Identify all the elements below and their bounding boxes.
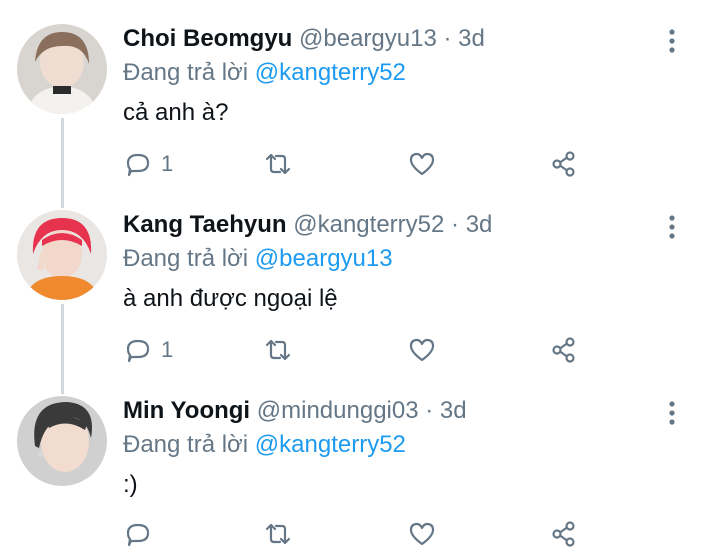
share-icon (552, 337, 575, 363)
separator: · (425, 397, 434, 424)
replying-to: Đang trả lời @beargyu13 (123, 244, 393, 274)
avatar-image (17, 396, 107, 486)
username[interactable]: @kangterry52 (293, 211, 444, 238)
reply-button[interactable]: 1 (123, 334, 173, 366)
reply-button[interactable]: 1 (123, 148, 173, 180)
reply-count: 1 (161, 337, 174, 362)
reply-button[interactable] (123, 518, 153, 550)
reply-count: 1 (161, 151, 174, 176)
more-options-button[interactable] (660, 212, 684, 242)
action-bar: 1 (123, 334, 683, 366)
mention-link[interactable]: @kangterry52 (255, 431, 406, 458)
more-vertical-icon (669, 401, 675, 425)
username[interactable]: @beargyu13 (299, 25, 437, 52)
display-name[interactable]: Min Yoongi (123, 397, 250, 424)
share-icon (552, 151, 575, 177)
mention-link[interactable]: @beargyu13 (255, 245, 393, 272)
replying-label: Đang trả lời (123, 431, 249, 458)
avatar-image (17, 24, 107, 114)
heart-icon (409, 152, 435, 176)
retweet-button[interactable] (263, 334, 293, 366)
more-vertical-icon (669, 215, 675, 239)
mention-link[interactable]: @kangterry52 (255, 59, 406, 86)
tweet-header: Min Yoongi @mindunggi03 · 3d (123, 396, 467, 426)
like-button[interactable] (407, 148, 437, 180)
retweet-icon (265, 153, 291, 175)
retweet-button[interactable] (263, 148, 293, 180)
like-button[interactable] (407, 334, 437, 366)
share-icon (552, 521, 575, 547)
tweet-text: :) (123, 471, 138, 498)
share-button[interactable] (549, 148, 579, 180)
timestamp[interactable]: 3d (458, 25, 485, 52)
timestamp[interactable]: 3d (466, 211, 493, 238)
separator: · (443, 25, 452, 52)
tweet-header: Kang Taehyun @kangterry52 · 3d (123, 210, 492, 240)
comment-icon (126, 339, 150, 363)
tweet-text: à anh được ngoại lệ (123, 285, 338, 312)
replying-to: Đang trả lời @kangterry52 (123, 430, 406, 460)
tweet[interactable]: Kang Taehyun @kangterry52 · 3d Đang trả … (0, 210, 720, 380)
retweet-icon (265, 523, 291, 545)
share-button[interactable] (549, 334, 579, 366)
action-bar: 1 (123, 148, 683, 180)
retweet-icon (265, 339, 291, 361)
avatar[interactable] (17, 24, 107, 114)
replying-to: Đang trả lời @kangterry52 (123, 58, 406, 88)
avatar-image (17, 210, 107, 300)
replying-label: Đang trả lời (123, 245, 249, 272)
display-name[interactable]: Kang Taehyun (123, 211, 287, 238)
heart-icon (409, 522, 435, 546)
more-options-button[interactable] (660, 26, 684, 56)
share-button[interactable] (549, 518, 579, 550)
more-options-button[interactable] (660, 398, 684, 428)
avatar[interactable] (17, 210, 107, 300)
avatar[interactable] (17, 396, 107, 486)
display-name[interactable]: Choi Beomgyu (123, 25, 292, 52)
comment-icon (126, 523, 150, 547)
replying-label: Đang trả lời (123, 59, 249, 86)
username[interactable]: @mindunggi03 (257, 397, 419, 424)
more-vertical-icon (669, 29, 675, 53)
retweet-button[interactable] (263, 518, 293, 550)
action-bar (123, 518, 683, 550)
tweet[interactable]: Min Yoongi @mindunggi03 · 3d Đang trả lờ… (0, 396, 720, 560)
tweet-text: cả anh à? (123, 99, 229, 126)
timestamp[interactable]: 3d (440, 397, 467, 424)
tweet[interactable]: Choi Beomgyu @beargyu13 · 3d Đang trả lờ… (0, 24, 720, 194)
heart-icon (409, 338, 435, 362)
separator: · (451, 211, 460, 238)
comment-icon (126, 153, 150, 177)
tweet-header: Choi Beomgyu @beargyu13 · 3d (123, 24, 485, 54)
like-button[interactable] (407, 518, 437, 550)
